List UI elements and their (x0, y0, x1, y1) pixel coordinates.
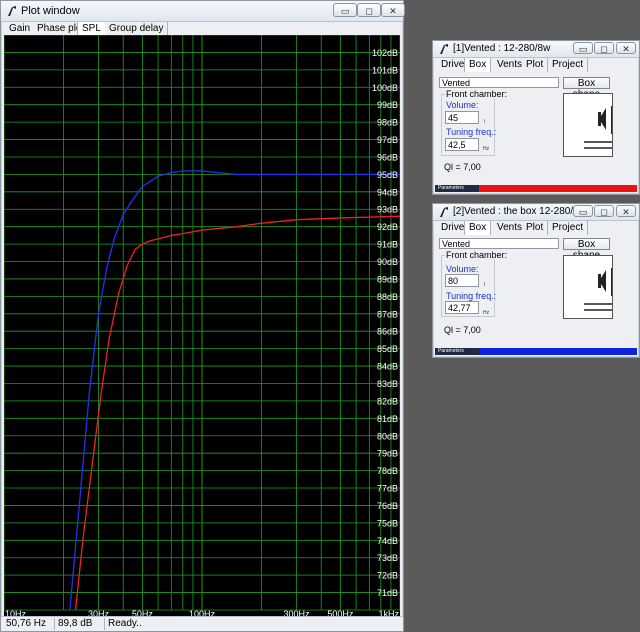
volume-label: Volume: (446, 264, 479, 274)
y-tick-label: 71dB (377, 588, 398, 598)
box-window-1-title: [1]Vented : 12-280/8w (453, 43, 551, 54)
y-tick-label: 89dB (377, 274, 398, 284)
app-icon (440, 44, 448, 54)
y-tick-label: 81dB (377, 414, 398, 424)
y-tick-label: 102dB (372, 48, 398, 58)
tab-project[interactable]: Project (548, 221, 589, 235)
maximize-button[interactable]: ◻ (594, 42, 614, 54)
maximize-button[interactable]: ◻ (357, 3, 381, 17)
y-tick-label: 87dB (377, 309, 398, 319)
box-shape-button[interactable]: Box shape (563, 238, 610, 261)
y-tick-label: 88dB (377, 292, 398, 302)
box-window-1: [1]Vented : 12-280/8w ▭ ◻ ✕ Driver Box V… (432, 40, 640, 195)
y-tick-label: 91dB (377, 240, 398, 250)
tab-plot[interactable]: Plot (522, 221, 549, 235)
status-bar: 50,76 Hz 89,8 dB Ready.. (1, 616, 403, 631)
front-chamber-label: Front chamber: (445, 250, 509, 260)
status-frequency: 50,76 Hz (3, 618, 55, 630)
box-shape-button[interactable]: Box shape (563, 77, 610, 100)
app-icon (440, 207, 448, 217)
y-tick-label: 90dB (377, 257, 398, 267)
tab-project[interactable]: Project (548, 58, 589, 72)
box-window-2-titlebar[interactable]: [2]Vented : the box 12-280/8-A ▭ ◻ ✕ (433, 204, 639, 221)
y-tick-label: 73dB (377, 553, 398, 563)
y-tick-label: 85dB (377, 344, 398, 354)
close-button[interactable]: ✕ (616, 42, 636, 54)
y-tick-label: 82dB (377, 396, 398, 406)
y-tick-label: 75dB (377, 518, 398, 528)
y-tick-label: 77dB (377, 484, 398, 494)
speaker-diagram-icon (584, 106, 613, 149)
volume-input[interactable]: 80 (445, 274, 479, 287)
close-button[interactable]: ✕ (381, 3, 405, 17)
tuning-freq-input[interactable]: 42,77 (445, 301, 479, 314)
box-shape-preview (563, 255, 613, 319)
y-tick-label: 101dB (372, 65, 398, 75)
tuning-freq-label: Tuning freq.: (446, 291, 497, 301)
tuning-freq-unit: Hz (483, 146, 490, 152)
box-type-field[interactable]: Vented (439, 238, 559, 249)
y-tick-label: 83dB (377, 379, 398, 389)
volume-unit: l (484, 119, 486, 125)
plot-window-titlebar[interactable]: Plot window ▭ ◻ ✕ (1, 1, 405, 22)
speaker-diagram-icon (584, 268, 613, 311)
tuning-freq-input[interactable]: 42,5 (445, 138, 479, 151)
plot-window: Plot window ▭ ◻ ✕ Gain Phase plot SPL Gr… (0, 0, 405, 632)
ql-value: Ql = 7,00 (444, 162, 481, 172)
volume-label: Volume: (446, 100, 479, 110)
box-shape-preview (563, 93, 613, 157)
y-tick-label: 92dB (377, 222, 398, 232)
minimize-button[interactable]: ▭ (333, 3, 357, 17)
tuning-freq-unit: Hz (483, 310, 490, 316)
minimize-button[interactable]: ▭ (573, 42, 593, 54)
y-tick-label: 100dB (372, 83, 398, 93)
volume-unit: l (484, 282, 486, 288)
front-chamber-label: Front chamber: (445, 89, 509, 99)
y-tick-label: 78dB (377, 466, 398, 476)
params-label[interactable]: Parameters (435, 185, 479, 192)
volume-input[interactable]: 45 (445, 111, 479, 124)
y-tick-label: 76dB (377, 501, 398, 511)
y-tick-label: 74dB (377, 536, 398, 546)
box-window-2: [2]Vented : the box 12-280/8-A ▭ ◻ ✕ Dri… (432, 203, 640, 358)
status-level: 89,8 dB (55, 618, 105, 630)
plot-window-title: Plot window (21, 5, 80, 17)
y-tick-label: 72dB (377, 571, 398, 581)
tuning-freq-label: Tuning freq.: (446, 127, 497, 137)
y-tick-label: 96dB (377, 152, 398, 162)
y-tick-label: 99dB (377, 100, 398, 110)
y-tick-label: 80dB (377, 431, 398, 441)
y-tick-label: 94dB (377, 187, 398, 197)
close-button[interactable]: ✕ (616, 205, 636, 217)
maximize-button[interactable]: ◻ (594, 205, 614, 217)
ql-value: Ql = 7,00 (444, 325, 481, 335)
tab-gain[interactable]: Gain (5, 22, 36, 36)
y-tick-label: 98dB (377, 118, 398, 128)
app-icon (8, 6, 16, 16)
y-tick-label: 84dB (377, 362, 398, 372)
tab-box[interactable]: Box (464, 58, 492, 72)
status-message: Ready.. (108, 618, 142, 629)
tab-box[interactable]: Box (464, 221, 492, 235)
minimize-button[interactable]: ▭ (573, 205, 593, 217)
tab-group-delay[interactable]: Group delay (105, 22, 169, 36)
tab-plot[interactable]: Plot (522, 58, 549, 72)
box-type-field[interactable]: Vented (439, 77, 559, 88)
box-window-2-title: [2]Vented : the box 12-280/8-A (453, 206, 589, 217)
box-window-1-titlebar[interactable]: [1]Vented : 12-280/8w ▭ ◻ ✕ (433, 41, 639, 58)
y-tick-label: 79dB (377, 449, 398, 459)
y-tick-label: 86dB (377, 327, 398, 337)
spl-chart[interactable]: 71dB 72dB 73dB 74dB 75dB 76dB 77dB 78dB 79dB 80dB… (4, 35, 400, 618)
params-label[interactable]: Parameters (435, 348, 479, 355)
y-tick-label: 93dB (377, 205, 398, 215)
y-tick-label: 97dB (377, 135, 398, 145)
y-tick-label: 95dB (377, 170, 398, 180)
